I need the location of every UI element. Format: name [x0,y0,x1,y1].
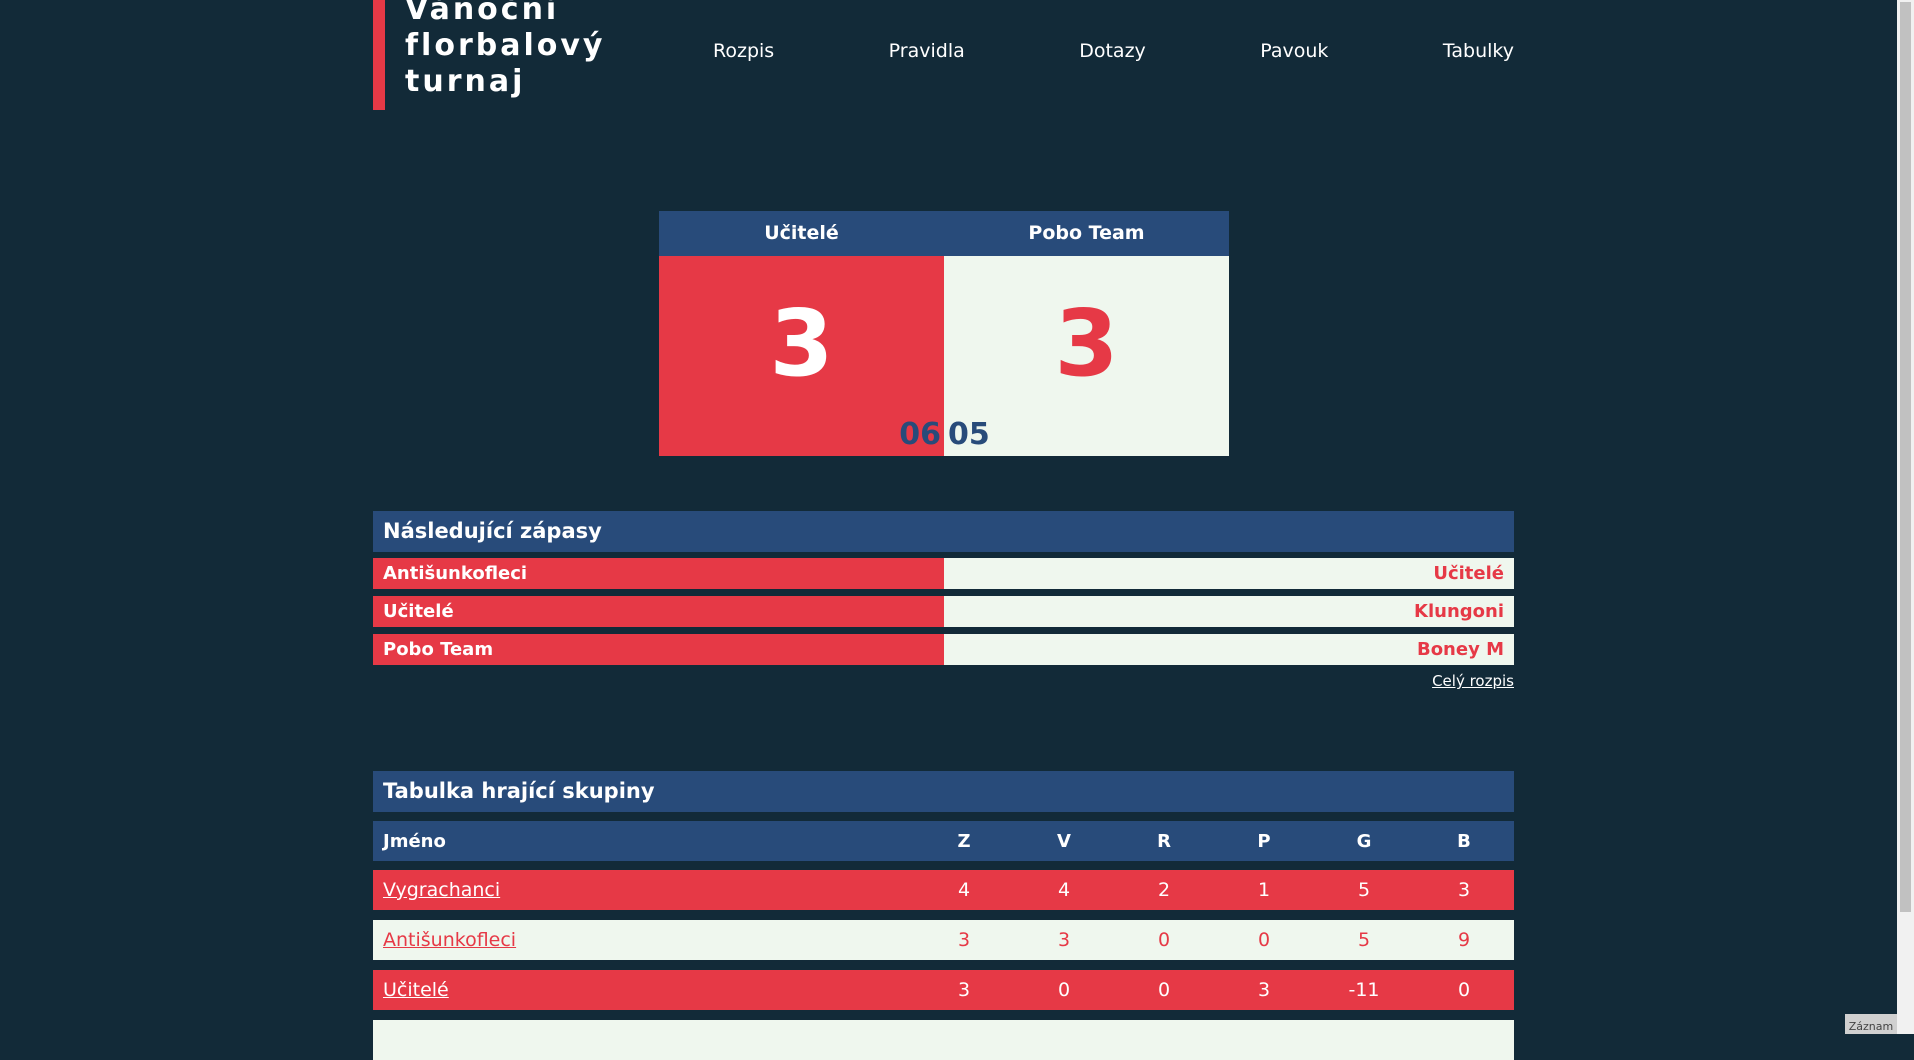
cell-p: 3 [1257,979,1271,1001]
table-row-partial [373,1020,1514,1060]
away-score: 3 [1054,290,1119,397]
table-row: Antišunkofleci 3 3 0 0 5 9 [373,920,1514,960]
record-badge[interactable]: Záznam [1845,1014,1897,1034]
table-row: Vygrachanci 4 4 2 1 5 3 [373,870,1514,910]
match-row: Pobo Team Boney M [373,634,1514,665]
nav-rozpis[interactable]: Rozpis [713,40,774,62]
table-row: Učitelé 3 0 0 3 -11 0 [373,970,1514,1010]
nav-pavouk[interactable]: Pavouk [1260,40,1328,62]
nav-tabulky[interactable]: Tabulky [1443,40,1514,62]
col-v: V [1057,830,1071,852]
col-g: G [1356,830,1372,852]
nav-dotazy[interactable]: Dotazy [1079,40,1146,62]
timer-seconds: 05 [948,417,990,452]
main-nav: Rozpis Pravidla Dotazy Pavouk Tabulky [713,40,1514,62]
away-team-name: Pobo Team [1028,222,1145,244]
next-matches-title: Následující zápasy [383,519,602,543]
group-table-title: Tabulka hrající skupiny [383,779,655,803]
cell-p: 1 [1257,879,1271,901]
match-away-team: Učitelé [944,558,1514,589]
team-link[interactable]: Vygrachanci [383,879,500,901]
site-logo[interactable]: Vánoční florbalový turnaj [373,0,605,110]
cell-r: 0 [1157,979,1171,1001]
match-row: Antišunkofleci Učitelé [373,558,1514,589]
team-link[interactable]: Učitelé [383,979,449,1001]
match-away-team: Klungoni [944,596,1514,627]
next-matches-header: Následující zápasy [373,511,1514,552]
scoreboard-body: 3 3 [659,256,1229,456]
match-home-team: Antišunkofleci [373,558,944,589]
col-b: B [1457,830,1471,852]
cell-p: 0 [1257,929,1271,951]
col-r: R [1157,830,1171,852]
cell-r: 2 [1157,879,1171,901]
col-name: Jméno [383,830,446,852]
cell-z: 3 [957,979,971,1001]
full-schedule-link[interactable]: Celý rozpis [1432,672,1514,690]
timer-minutes: 06 [899,417,941,452]
match-home-team: Učitelé [373,596,944,627]
cell-b: 3 [1457,879,1471,901]
live-scoreboard: Učitelé Pobo Team 3 3 06 05 [659,211,1229,456]
cell-g: 5 [1357,879,1371,901]
cell-r: 0 [1157,929,1171,951]
match-row: Učitelé Klungoni [373,596,1514,627]
cell-b: 0 [1457,979,1471,1001]
cell-b: 9 [1457,929,1471,951]
col-z: Z [957,830,971,852]
scrollbar-thumb[interactable] [1900,2,1911,912]
nav-pravidla[interactable]: Pravidla [889,40,965,62]
scoreboard-header: Učitelé Pobo Team [659,211,1229,256]
col-p: P [1257,830,1271,852]
page-scrollbar[interactable] [1897,0,1914,1034]
logo-line-3: turnaj [405,64,526,99]
team-link[interactable]: Antišunkofleci [383,929,516,951]
home-team-name: Učitelé [764,222,839,244]
match-away-team: Boney M [944,634,1514,665]
logo-line-2: florbalový [405,28,606,63]
logo-line-1: Vánoční [405,0,560,27]
cell-v: 4 [1057,879,1071,901]
cell-v: 3 [1057,929,1071,951]
cell-g: 5 [1357,929,1371,951]
cell-g: -11 [1348,979,1380,1001]
cell-z: 3 [957,929,971,951]
match-home-team: Pobo Team [373,634,944,665]
group-table-header: Tabulka hrající skupiny [373,771,1514,812]
cell-v: 0 [1057,979,1071,1001]
home-score: 3 [769,290,834,397]
table-header-row: Jméno Z V R P G B [373,821,1514,861]
cell-z: 4 [957,879,971,901]
